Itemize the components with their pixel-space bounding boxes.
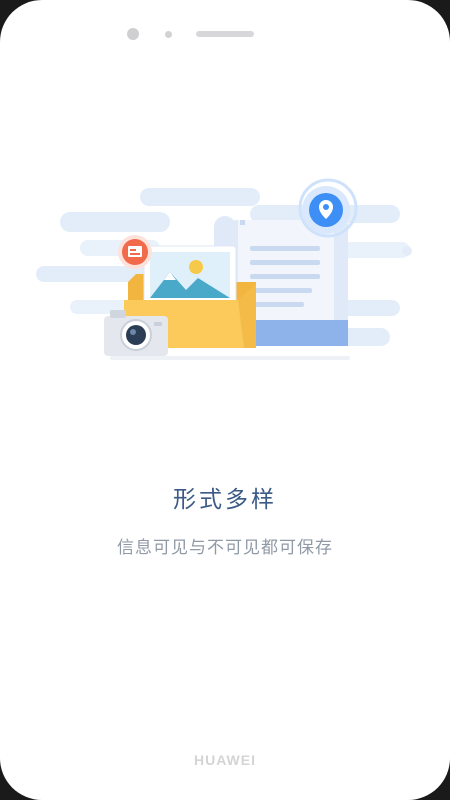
phone-top-bezel xyxy=(0,27,450,41)
location-pin-icon xyxy=(298,178,358,238)
device-brand-logo: HUAWEI xyxy=(194,752,256,768)
card-badge-icon xyxy=(118,235,152,269)
phone-frame: 形式多样 信息可见与不可见都可保存 HUAWEI xyxy=(0,0,450,800)
front-camera xyxy=(127,28,139,40)
sensor xyxy=(165,31,172,38)
onboarding-title: 形式多样 xyxy=(173,487,277,513)
onboarding-subtitle: 信息可见与不可见都可保存 xyxy=(117,538,333,558)
onboarding-illustration xyxy=(36,178,412,360)
earpiece-speaker xyxy=(196,31,254,37)
camera-icon xyxy=(104,310,168,356)
